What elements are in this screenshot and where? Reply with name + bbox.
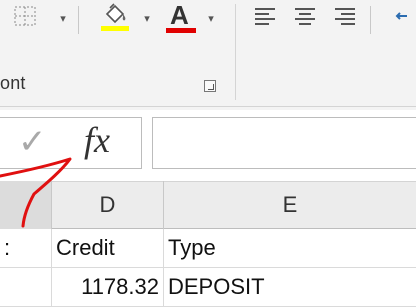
chevron-down-icon: ▾ [208, 12, 214, 25]
fill-color-button[interactable] [94, 0, 136, 36]
column-header-d[interactable]: D [52, 181, 164, 229]
font-color-dropdown-button[interactable]: ▾ [202, 0, 220, 36]
fill-color-dropdown-button[interactable]: ▾ [138, 0, 156, 36]
chevron-down-icon: ▾ [60, 12, 66, 25]
font-color-icon: A [164, 0, 198, 34]
align-left-button[interactable] [248, 0, 282, 36]
font-color-button[interactable]: A [162, 0, 200, 36]
borders-dropdown-button[interactable]: ▾ [54, 0, 72, 36]
ribbon-group-separator [235, 4, 236, 100]
toolbar-separator [370, 6, 371, 34]
font-color-letter: A [170, 0, 189, 30]
borders-button[interactable] [0, 0, 52, 36]
align-left-icon [252, 3, 278, 34]
font-group-label: ont [0, 73, 26, 93]
align-center-button[interactable] [288, 0, 322, 36]
column-header-e[interactable]: E [164, 181, 416, 229]
enter-checkmark-icon[interactable]: ✓ [18, 125, 47, 159]
cell-e1[interactable]: Type [164, 229, 416, 268]
column-header-c[interactable] [0, 181, 52, 229]
toolbar-separator [78, 6, 79, 34]
cell-c2[interactable] [0, 268, 52, 307]
cell-c1[interactable]: : [0, 229, 52, 268]
cell-d2[interactable]: 1178.32 [52, 268, 164, 307]
cell-d1[interactable]: Credit [52, 229, 164, 268]
wrap-text-button[interactable] [390, 0, 416, 36]
paint-bucket-icon [98, 0, 132, 37]
formula-input[interactable] [152, 117, 416, 169]
dialog-launcher-icon[interactable] [204, 80, 216, 92]
cell-e2[interactable]: DEPOSIT [164, 268, 416, 307]
insert-function-button[interactable]: fx [84, 122, 110, 158]
wrap-text-icon [391, 3, 415, 34]
align-right-icon [332, 3, 358, 34]
ribbon-bottom-rule [0, 106, 416, 107]
borders-icon [13, 3, 39, 34]
align-right-button[interactable] [328, 0, 362, 36]
align-center-icon [292, 3, 318, 34]
font-color-swatch [166, 28, 196, 33]
chevron-down-icon: ▾ [144, 12, 150, 25]
